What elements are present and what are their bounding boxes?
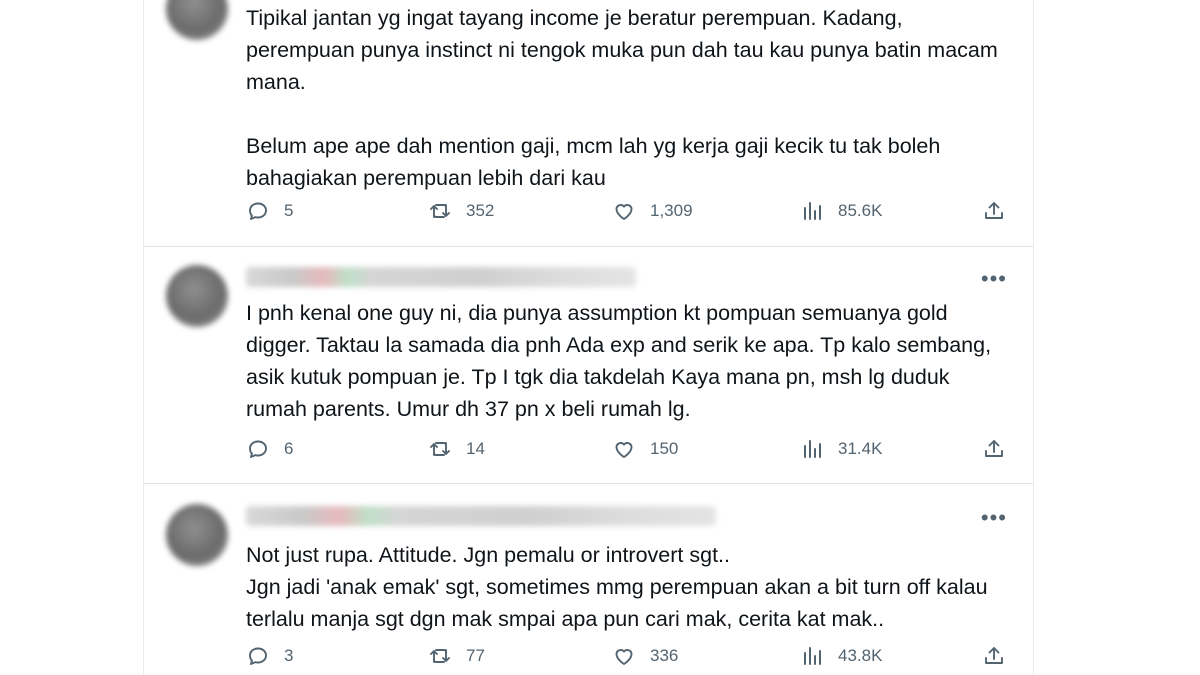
tweet-text: Not just rupa. Attitude. Jgn pemalu or i… <box>246 543 988 631</box>
timeline-feed: Tipikal jantan yg ingat tayang income je… <box>143 0 1034 675</box>
avatar[interactable] <box>166 504 228 566</box>
like-icon <box>615 204 633 220</box>
share-icon <box>985 647 1003 664</box>
like-button[interactable]: 1,309 <box>612 199 693 223</box>
tweet-1[interactable]: Tipikal jantan yg ingat tayang income je… <box>144 0 1033 246</box>
share-button[interactable] <box>982 644 1006 668</box>
more-button[interactable]: ••• <box>980 266 1007 291</box>
reply-button[interactable]: 6 <box>246 437 293 461</box>
like-count: 150 <box>650 439 679 458</box>
tweet-actions: 6 14 150 31.4K <box>246 437 1006 467</box>
avatar[interactable] <box>166 265 228 327</box>
reply-button[interactable]: 3 <box>246 644 293 668</box>
retweet-icon <box>430 442 450 456</box>
like-icon <box>615 649 633 665</box>
reply-count: 3 <box>284 646 294 665</box>
share-icon <box>985 202 1003 219</box>
like-button[interactable]: 150 <box>612 437 678 461</box>
tweet-actions: 3 77 336 43.8K <box>246 644 1006 674</box>
avatar[interactable] <box>166 0 228 40</box>
like-count: 1,309 <box>650 201 693 220</box>
reply-icon <box>249 202 267 220</box>
share-button[interactable] <box>982 437 1006 461</box>
tweet-2[interactable]: ••• I pnh kenal one guy ni, dia punya as… <box>144 247 1033 483</box>
more-button[interactable]: ••• <box>980 505 1007 530</box>
more-icon: ••• <box>980 505 1007 530</box>
views-count: 43.8K <box>838 646 883 665</box>
views-icon <box>804 440 821 458</box>
retweet-button[interactable]: 352 <box>428 199 494 223</box>
user-name-blurred[interactable] <box>246 267 636 287</box>
views-count: 31.4K <box>838 439 883 458</box>
views-button[interactable]: 43.8K <box>800 644 882 668</box>
tweet-text: Tipikal jantan yg ingat tayang income je… <box>246 6 998 190</box>
tweet-3[interactable]: ••• Not just rupa. Attitude. Jgn pemalu … <box>144 484 1033 675</box>
retweet-count: 352 <box>466 201 495 220</box>
views-icon <box>804 202 821 220</box>
views-count: 85.6K <box>838 201 883 220</box>
retweet-count: 77 <box>466 646 485 665</box>
share-icon <box>985 440 1003 457</box>
retweet-button[interactable]: 14 <box>428 437 485 461</box>
reply-button[interactable]: 5 <box>246 199 293 223</box>
tweet-text: I pnh kenal one guy ni, dia punya assump… <box>246 301 992 421</box>
more-icon: ••• <box>980 266 1007 291</box>
like-button[interactable]: 336 <box>612 644 678 668</box>
views-button[interactable]: 31.4K <box>800 437 882 461</box>
reply-icon <box>249 647 267 665</box>
retweet-count: 14 <box>466 439 485 458</box>
reply-count: 5 <box>284 201 294 220</box>
like-icon <box>615 442 633 458</box>
views-button[interactable]: 85.6K <box>800 199 882 223</box>
retweet-icon <box>430 204 450 218</box>
share-button[interactable] <box>982 199 1006 223</box>
reply-count: 6 <box>284 439 294 458</box>
user-name-blurred[interactable] <box>246 506 716 526</box>
retweet-icon <box>430 649 450 663</box>
reply-icon <box>249 440 267 458</box>
tweet-actions: 5 352 1,309 85.6K <box>246 199 1006 229</box>
retweet-button[interactable]: 77 <box>428 644 485 668</box>
like-count: 336 <box>650 646 679 665</box>
views-icon <box>804 647 821 665</box>
